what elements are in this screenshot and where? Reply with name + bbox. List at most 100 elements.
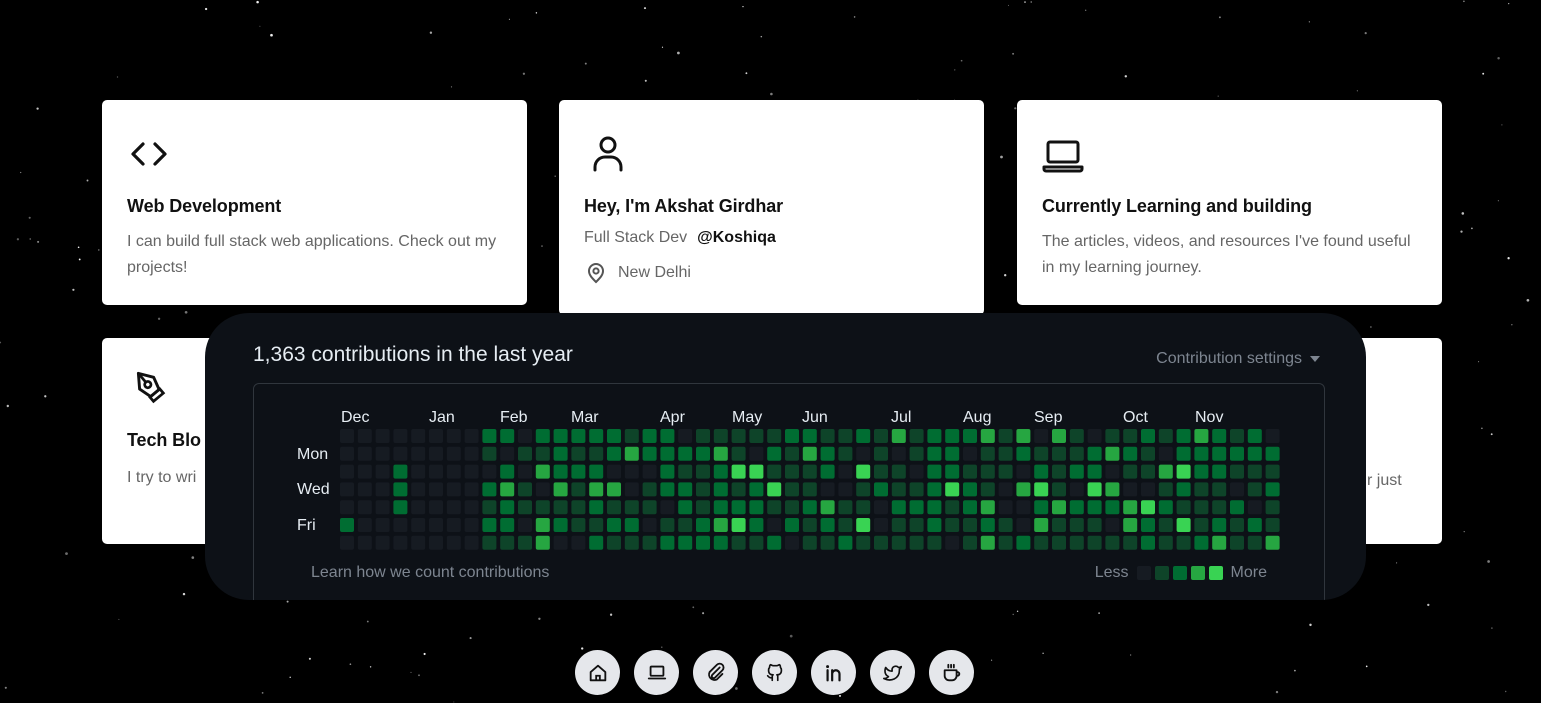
contribution-day-cell[interactable] xyxy=(749,482,764,497)
contribution-day-cell[interactable] xyxy=(909,429,924,443)
contribution-day-cell[interactable] xyxy=(820,518,835,532)
contribution-day-cell[interactable] xyxy=(589,429,604,443)
contribution-day-cell[interactable] xyxy=(446,446,461,461)
contribution-day-cell[interactable] xyxy=(856,535,871,550)
contribution-day-cell[interactable] xyxy=(624,464,639,479)
contribution-day-cell[interactable] xyxy=(927,429,942,443)
contribution-day-cell[interactable] xyxy=(1176,482,1191,497)
contribution-day-cell[interactable] xyxy=(375,429,390,443)
contribution-day-cell[interactable] xyxy=(429,464,443,479)
contribution-day-cell[interactable] xyxy=(767,482,782,497)
contribution-day-cell[interactable] xyxy=(1123,535,1138,550)
contribution-day-cell[interactable] xyxy=(1016,446,1031,461)
coffee-button[interactable] xyxy=(929,650,974,695)
contribution-day-cell[interactable] xyxy=(927,500,942,515)
contribution-day-cell[interactable] xyxy=(446,518,461,532)
contribution-day-cell[interactable] xyxy=(927,464,942,479)
contribution-day-cell[interactable] xyxy=(411,446,426,461)
contribution-day-cell[interactable] xyxy=(963,500,977,515)
contribution-day-cell[interactable] xyxy=(1123,446,1138,461)
contribution-day-cell[interactable] xyxy=(838,464,853,479)
contribution-day-cell[interactable] xyxy=(874,500,888,515)
contribution-day-cell[interactable] xyxy=(1141,535,1155,550)
contribution-day-cell[interactable] xyxy=(731,500,746,515)
contribution-day-cell[interactable] xyxy=(1212,535,1227,550)
contribution-day-cell[interactable] xyxy=(1158,535,1173,550)
contribution-day-cell[interactable] xyxy=(1176,446,1191,461)
contribution-day-cell[interactable] xyxy=(856,518,871,532)
contribution-day-cell[interactable] xyxy=(980,482,995,497)
contribution-day-cell[interactable] xyxy=(429,518,443,532)
home-button[interactable] xyxy=(575,650,620,695)
contribution-day-cell[interactable] xyxy=(1158,500,1173,515)
contribution-day-cell[interactable] xyxy=(1016,464,1031,479)
contribution-day-cell[interactable] xyxy=(500,464,515,479)
contribution-day-cell[interactable] xyxy=(500,482,515,497)
contribution-day-cell[interactable] xyxy=(571,464,586,479)
contribution-day-cell[interactable] xyxy=(678,518,693,532)
contribution-day-cell[interactable] xyxy=(731,446,746,461)
contribution-day-cell[interactable] xyxy=(767,446,782,461)
contribution-day-cell[interactable] xyxy=(945,535,960,550)
contribution-day-cell[interactable] xyxy=(553,464,568,479)
contribution-day-cell[interactable] xyxy=(1141,482,1155,497)
contribution-day-cell[interactable] xyxy=(856,446,871,461)
contribution-day-cell[interactable] xyxy=(785,446,799,461)
contribution-day-cell[interactable] xyxy=(1212,464,1227,479)
contribution-day-cell[interactable] xyxy=(802,482,817,497)
contribution-day-cell[interactable] xyxy=(446,500,461,515)
contribution-day-cell[interactable] xyxy=(518,429,532,443)
contribution-day-cell[interactable] xyxy=(1052,500,1066,515)
contribution-day-cell[interactable] xyxy=(1176,429,1191,443)
contribution-day-cell[interactable] xyxy=(464,518,479,532)
contribution-day-cell[interactable] xyxy=(411,535,426,550)
contribution-day-cell[interactable] xyxy=(963,429,977,443)
contribution-day-cell[interactable] xyxy=(1194,429,1209,443)
contribution-day-cell[interactable] xyxy=(820,446,835,461)
contribution-day-cell[interactable] xyxy=(357,446,372,461)
contribution-day-cell[interactable] xyxy=(375,464,390,479)
contribution-day-cell[interactable] xyxy=(1265,482,1280,497)
contribution-day-cell[interactable] xyxy=(589,535,604,550)
contribution-day-cell[interactable] xyxy=(1052,518,1066,532)
contribution-day-cell[interactable] xyxy=(500,500,515,515)
contribution-day-cell[interactable] xyxy=(891,464,906,479)
contribution-day-cell[interactable] xyxy=(660,518,675,532)
contribution-day-cell[interactable] xyxy=(1247,429,1262,443)
contribution-day-cell[interactable] xyxy=(1230,464,1244,479)
contribution-day-cell[interactable] xyxy=(357,500,372,515)
contribution-day-cell[interactable] xyxy=(749,429,764,443)
contribution-day-cell[interactable] xyxy=(1265,446,1280,461)
contribution-day-cell[interactable] xyxy=(749,535,764,550)
contribution-day-cell[interactable] xyxy=(446,482,461,497)
contribution-day-cell[interactable] xyxy=(696,535,710,550)
contribution-day-cell[interactable] xyxy=(1212,482,1227,497)
contribution-day-cell[interactable] xyxy=(624,429,639,443)
contribution-day-cell[interactable] xyxy=(518,464,532,479)
contribution-day-cell[interactable] xyxy=(678,429,693,443)
contribution-day-cell[interactable] xyxy=(998,429,1013,443)
contribution-day-cell[interactable] xyxy=(820,500,835,515)
linkedin-button[interactable] xyxy=(811,650,856,695)
contribution-day-cell[interactable] xyxy=(785,518,799,532)
contribution-day-cell[interactable] xyxy=(393,446,408,461)
contribution-day-cell[interactable] xyxy=(963,446,977,461)
contribution-day-cell[interactable] xyxy=(589,446,604,461)
contribution-day-cell[interactable] xyxy=(535,429,550,443)
contribution-day-cell[interactable] xyxy=(767,500,782,515)
contribution-day-cell[interactable] xyxy=(1052,429,1066,443)
contribution-day-cell[interactable] xyxy=(482,500,497,515)
contribution-day-cell[interactable] xyxy=(500,446,515,461)
contribution-day-cell[interactable] xyxy=(874,429,888,443)
contribution-day-cell[interactable] xyxy=(1069,429,1084,443)
contribution-day-cell[interactable] xyxy=(1016,500,1031,515)
contribution-day-cell[interactable] xyxy=(1105,500,1120,515)
contribution-day-cell[interactable] xyxy=(1123,464,1138,479)
contribution-day-cell[interactable] xyxy=(482,535,497,550)
contribution-day-cell[interactable] xyxy=(571,446,586,461)
contribution-day-cell[interactable] xyxy=(375,518,390,532)
contribution-day-cell[interactable] xyxy=(660,446,675,461)
contribution-day-cell[interactable] xyxy=(1123,482,1138,497)
contribution-day-cell[interactable] xyxy=(571,429,586,443)
contribution-day-cell[interactable] xyxy=(624,535,639,550)
